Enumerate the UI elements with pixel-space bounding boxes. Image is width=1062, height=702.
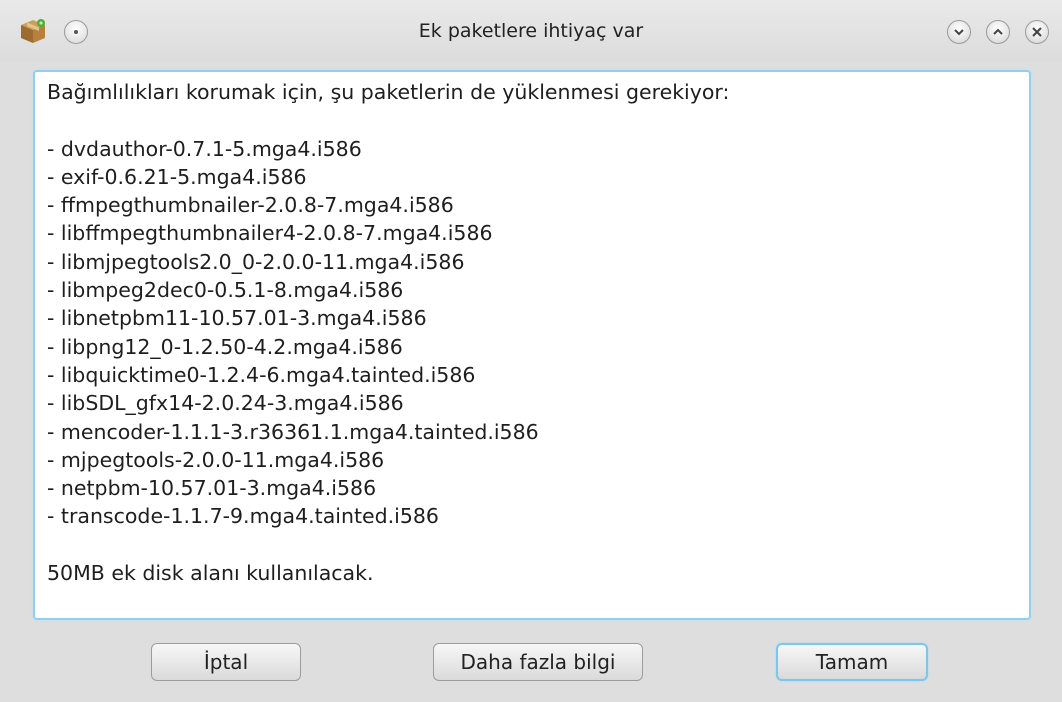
list-item: - libpng12_0-1.2.50-4.2.mga4.i586 xyxy=(47,334,403,359)
more-info-button[interactable]: Daha fazla bilgi xyxy=(433,643,643,681)
list-item: - netpbm-10.57.01-3.mga4.i586 xyxy=(47,476,377,501)
window-title: Ek paketlere ihtiyaç var xyxy=(418,20,644,42)
list-item: - libffmpegthumbnailer4-2.0.8-7.mga4.i58… xyxy=(47,221,493,246)
list-item: - libnetpbm11-10.57.01-3.mga4.i586 xyxy=(47,306,427,331)
list-item: - libquicktime0-1.2.4-6.mga4.tainted.i58… xyxy=(47,362,476,387)
list-item: - transcode-1.1.7-9.mga4.tainted.i586 xyxy=(47,504,439,529)
list-item: - mjpegtools-2.0.0-11.mga4.i586 xyxy=(47,447,385,472)
maximize-icon[interactable] xyxy=(986,20,1010,44)
close-icon[interactable] xyxy=(1025,20,1049,44)
list-item: - libSDL_gfx14-2.0.24-3.mga4.i586 xyxy=(47,391,404,416)
disk-space-summary: 50MB ek disk alanı kullanılacak. xyxy=(47,561,374,586)
list-item: - exif-0.6.21-5.mga4.i586 xyxy=(47,164,307,189)
title-bar[interactable]: Ek paketlere ihtiyaç var xyxy=(0,0,1062,62)
list-item: - dvdauthor-0.7.1-5.mga4.i586 xyxy=(47,136,362,161)
list-item: - libmjpegtools2.0_0-2.0.0-11.mga4.i586 xyxy=(47,249,465,274)
list-item: - mencoder-1.1.1-3.r36361.1.mga4.tainted… xyxy=(47,419,539,444)
minimize-icon[interactable] xyxy=(947,20,971,44)
message-text-area[interactable]: Bağımlılıkları korumak için, şu paketler… xyxy=(33,70,1031,620)
list-item: - libmpeg2dec0-0.5.1-8.mga4.i586 xyxy=(47,278,404,303)
ok-button[interactable]: Tamam xyxy=(776,643,928,681)
cancel-button[interactable]: İptal xyxy=(151,643,301,681)
package-list: - dvdauthor-0.7.1-5.mga4.i586 - exif-0.6… xyxy=(47,135,1017,531)
dialog-window: Ek paketlere ihtiyaç var Bağımlılıkları … xyxy=(0,0,1062,702)
list-item: - ffmpegthumbnailer-2.0.8-7.mga4.i586 xyxy=(47,193,454,218)
intro-text: Bağımlılıkları korumak için, şu paketler… xyxy=(47,80,730,104)
